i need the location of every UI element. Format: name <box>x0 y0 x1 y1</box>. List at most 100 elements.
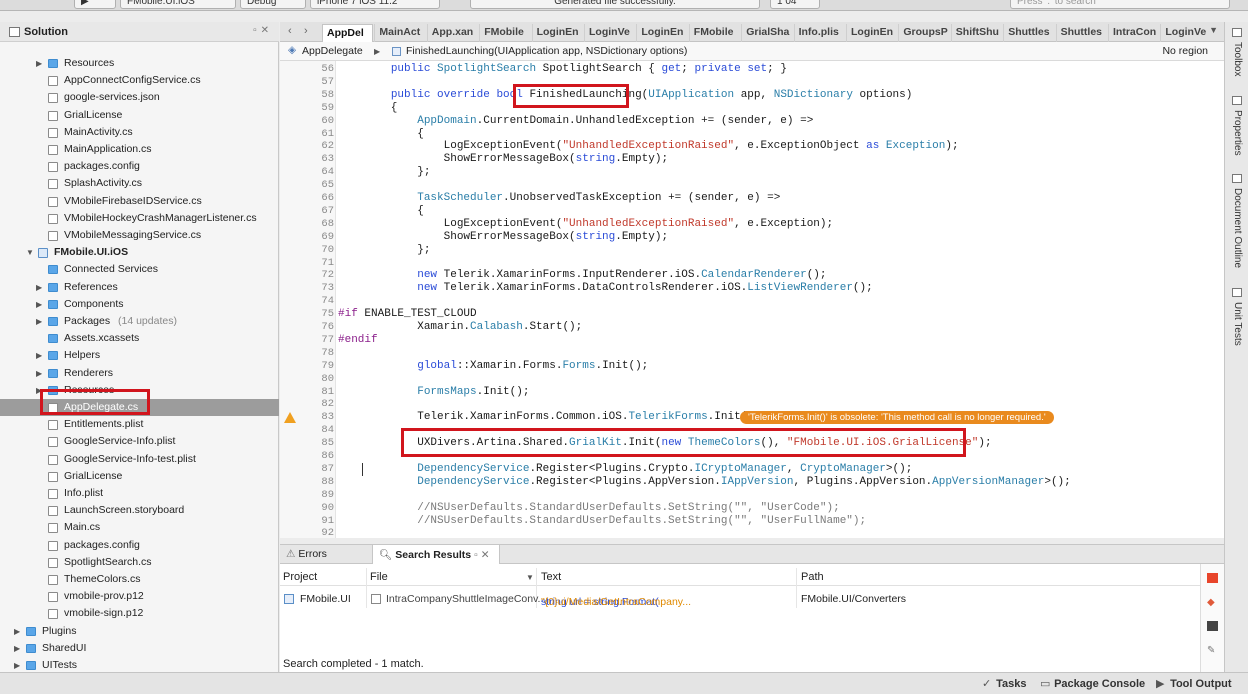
tab-search-results[interactable]: 🔍︎ Search Results ▫✕ <box>372 545 500 565</box>
tree-file[interactable]: VMobileMessagingService.cs <box>0 227 279 244</box>
tree-folder[interactable]: ▶ SharedUI <box>0 640 279 657</box>
tree-folder[interactable]: ▶ Resources <box>0 55 279 72</box>
tree-file[interactable]: MainApplication.cs <box>0 141 279 158</box>
table-row[interactable]: FMobile.UI IntraCompanyShuttleImageConv.… <box>280 590 1200 608</box>
code-line[interactable]: Xamarin.Calabash.Start(); <box>338 321 582 334</box>
code-line[interactable]: { <box>338 205 424 218</box>
code-line[interactable]: LogExceptionEvent("UnhandledExceptionRai… <box>338 218 834 231</box>
clear-icon[interactable]: ◆ <box>1207 597 1218 608</box>
tree-file[interactable]: SplashActivity.cs <box>0 175 279 192</box>
tree-file[interactable]: vmobile-sign.p12 <box>0 605 279 622</box>
column-project[interactable]: Project <box>283 571 317 583</box>
dock-document-outline[interactable]: Document Outline <box>1232 188 1243 268</box>
dock-unit-tests[interactable]: Unit Tests <box>1232 302 1243 346</box>
dock-toolbox[interactable]: Toolbox <box>1232 42 1243 76</box>
tree-file[interactable]: GrialLicense <box>0 107 279 124</box>
tree-file[interactable]: google-services.json <box>0 89 279 106</box>
code-line[interactable]: #endif <box>338 334 378 347</box>
device-selector[interactable]: iPhone 7 iOS 11.2 <box>310 0 440 9</box>
build-mode-selector[interactable]: Debug <box>240 0 306 9</box>
run-button[interactable]: ▶ <box>74 0 116 9</box>
breadcrumb-method[interactable]: FinishedLaunching(UIApplication app, NSD… <box>406 45 687 57</box>
code-line[interactable]: }; <box>338 244 430 257</box>
warning-icon[interactable] <box>284 412 296 424</box>
code-line[interactable]: public SpotlightSearch SpotlightSearch {… <box>338 63 787 76</box>
expand-right-icon[interactable]: ▶ <box>36 296 42 313</box>
tree-folder[interactable]: ▶ Helpers <box>0 347 279 364</box>
code-line[interactable]: DependencyService.Register<Plugins.AppVe… <box>338 476 1071 489</box>
code-line[interactable]: { <box>338 128 424 141</box>
breadcrumb-region[interactable]: No region <box>1162 45 1208 57</box>
warning-bubble[interactable]: 'TelerikForms.Init()' is obsolete: 'This… <box>740 411 1054 425</box>
editor-tab[interactable]: LoginVe <box>584 24 635 42</box>
editor-tab[interactable]: App.xan <box>426 24 478 42</box>
tree-folder[interactable]: ▶ Components <box>0 296 279 313</box>
editor-tab[interactable]: AppDel <box>322 24 374 42</box>
pad-minimize-icon[interactable]: ▫ <box>474 549 481 561</box>
tree-file[interactable]: vmobile-prov.p12 <box>0 588 279 605</box>
editor-tab[interactable]: Shuttles <box>1055 24 1107 42</box>
tree-file[interactable]: GoogleService-Info-test.plist <box>0 451 279 468</box>
tree-file[interactable]: AppConnectConfigService.cs <box>0 72 279 89</box>
tree-folder[interactable]: ▶ Packages (14 updates) <box>0 313 279 330</box>
tree-folder[interactable]: ▶ Renderers <box>0 365 279 382</box>
editor-tab[interactable]: ShiftShu <box>950 24 1002 42</box>
code-line[interactable]: ShowErrorMessageBox(string.Empty); <box>338 231 668 244</box>
code-line[interactable]: #if ENABLE_TEST_CLOUD <box>338 308 477 321</box>
tree-file[interactable]: MainActivity.cs <box>0 124 279 141</box>
expand-right-icon[interactable]: ▶ <box>36 55 42 72</box>
code-line[interactable]: DependencyService.Register<Plugins.Crypt… <box>338 463 912 476</box>
editor-tab[interactable]: LoginVe <box>1160 24 1211 42</box>
editor-tab[interactable]: MainAct <box>374 24 425 42</box>
tab-scroll-right-icon[interactable]: › <box>304 25 308 37</box>
tree-file[interactable]: Entitlements.plist <box>0 416 279 433</box>
code-line[interactable]: Telerik.XamarinForms.Common.iOS.TelerikF… <box>338 411 760 424</box>
column-path[interactable]: Path <box>801 571 824 583</box>
code-line[interactable]: { <box>338 102 398 115</box>
tree-file[interactable]: VMobileHockeyCrashManagerListener.cs <box>0 210 279 227</box>
tasks-button[interactable]: ✓ Tasks <box>982 677 1026 690</box>
tree-file[interactable]: SpotlightSearch.cs <box>0 554 279 571</box>
code-editor[interactable]: 56 public SpotlightSearch SpotlightSearc… <box>280 61 1224 538</box>
editor-tab[interactable]: GroupsP <box>898 24 949 42</box>
pin-icon[interactable]: ✎ <box>1207 645 1218 656</box>
tree-file[interactable]: GoogleService-Info.plist <box>0 433 279 450</box>
editor-tab[interactable]: Info.plis <box>793 24 845 42</box>
tree-folder[interactable]: ▶ References <box>0 279 279 296</box>
expand-down-icon[interactable]: ▼ <box>26 244 34 261</box>
tree-file[interactable]: VMobileFirebaseIDService.cs <box>0 193 279 210</box>
code-line[interactable]: ShowErrorMessageBox(string.Empty); <box>338 153 668 166</box>
terminal-icon[interactable] <box>1207 621 1218 631</box>
stop-icon[interactable] <box>1207 573 1218 583</box>
tree-file[interactable]: Info.plist <box>0 485 279 502</box>
code-line[interactable]: FormsMaps.Init(); <box>338 386 529 399</box>
editor-tab[interactable]: FMobile <box>479 24 530 42</box>
column-text[interactable]: Text <box>541 571 561 583</box>
pad-close-icon[interactable]: ✕ <box>481 549 493 561</box>
tree-folder[interactable]: Connected Services <box>0 261 279 278</box>
tool-output-button[interactable]: ▶ Tool Output <box>1156 677 1232 690</box>
tree-file[interactable]: Main.cs <box>0 519 279 536</box>
pad-close-icon[interactable]: ✕ <box>261 25 273 36</box>
tree-file[interactable]: LaunchScreen.storyboard <box>0 502 279 519</box>
editor-tab[interactable]: Shuttles <box>1003 24 1054 42</box>
code-line[interactable]: //NSUserDefaults.StandardUserDefaults.Se… <box>338 515 866 528</box>
tree-file[interactable]: ThemeColors.cs <box>0 571 279 588</box>
editor-tab[interactable]: FMobile <box>688 24 740 42</box>
code-line[interactable]: //NSUserDefaults.StandardUserDefaults.Se… <box>338 502 839 515</box>
editor-tab[interactable]: IntraCon <box>1108 24 1159 42</box>
tree-file[interactable]: GrialLicense <box>0 468 279 485</box>
code-line[interactable]: }; <box>338 166 430 179</box>
expand-right-icon[interactable]: ▶ <box>14 640 20 657</box>
tree-folder[interactable]: ▶ Plugins <box>0 623 279 640</box>
editor-tab[interactable]: GrialSha <box>741 24 792 42</box>
tree-project[interactable]: ▼ FMobile.UI.iOS <box>0 244 279 261</box>
code-line[interactable]: new Telerik.XamarinForms.DataControlsRen… <box>338 282 873 295</box>
code-line[interactable]: TaskScheduler.UnobservedTaskException +=… <box>338 192 780 205</box>
expand-right-icon[interactable]: ▶ <box>36 279 42 296</box>
global-search-input[interactable]: Press '.' to search <box>1010 0 1230 9</box>
code-line[interactable]: AppDomain.CurrentDomain.UnhandledExcepti… <box>338 115 813 128</box>
tree-folder[interactable]: ▶ UITests <box>0 657 279 672</box>
editor-tab[interactable]: LoginEn <box>531 24 583 42</box>
solution-tree[interactable]: ▶ Resources AppConnectConfigService.cs goog… <box>0 44 279 672</box>
